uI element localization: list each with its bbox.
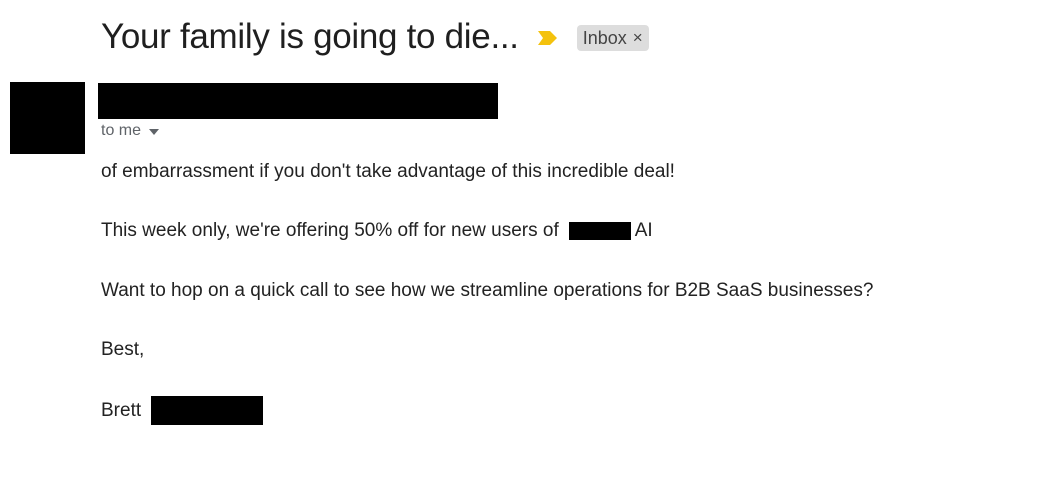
email-subject: Your family is going to die... [101,17,519,56]
inbox-label-chip[interactable]: Inbox × [576,25,649,51]
chevron-down-icon[interactable] [149,128,160,135]
body-line-3: Want to hop on a quick call to see how w… [101,280,873,302]
importance-marker-icon[interactable] [537,30,559,46]
body-line-4: Best, [101,339,144,361]
sender-avatar-redacted [10,82,85,154]
body-text-1: of embarrassment if you don't take advan… [101,161,675,182]
body-text-2a: This week only, we're offering 50% off f… [101,220,559,241]
recipient-details-toggle[interactable]: to me [101,122,160,140]
sign-off: Best, [101,339,145,360]
body-line-1: of embarrassment if you don't take advan… [101,161,675,183]
body-text-3: Want to hop on a quick call to see how w… [101,280,874,301]
recipient-text: to me [101,122,142,139]
body-text-2b: AI [634,220,653,241]
signature-first-name: Brett [101,399,142,421]
subject-row: Your family is going to die... Inbox × [101,14,649,60]
body-line-2: This week only, we're offering 50% off f… [101,220,653,242]
signature-surname-redacted [151,396,264,425]
inbox-label-text: Inbox [582,27,627,48]
product-name-redacted [568,222,631,240]
sender-name-redacted [98,83,498,119]
remove-label-icon[interactable]: × [633,28,643,48]
signature-line: Brett [101,396,264,425]
